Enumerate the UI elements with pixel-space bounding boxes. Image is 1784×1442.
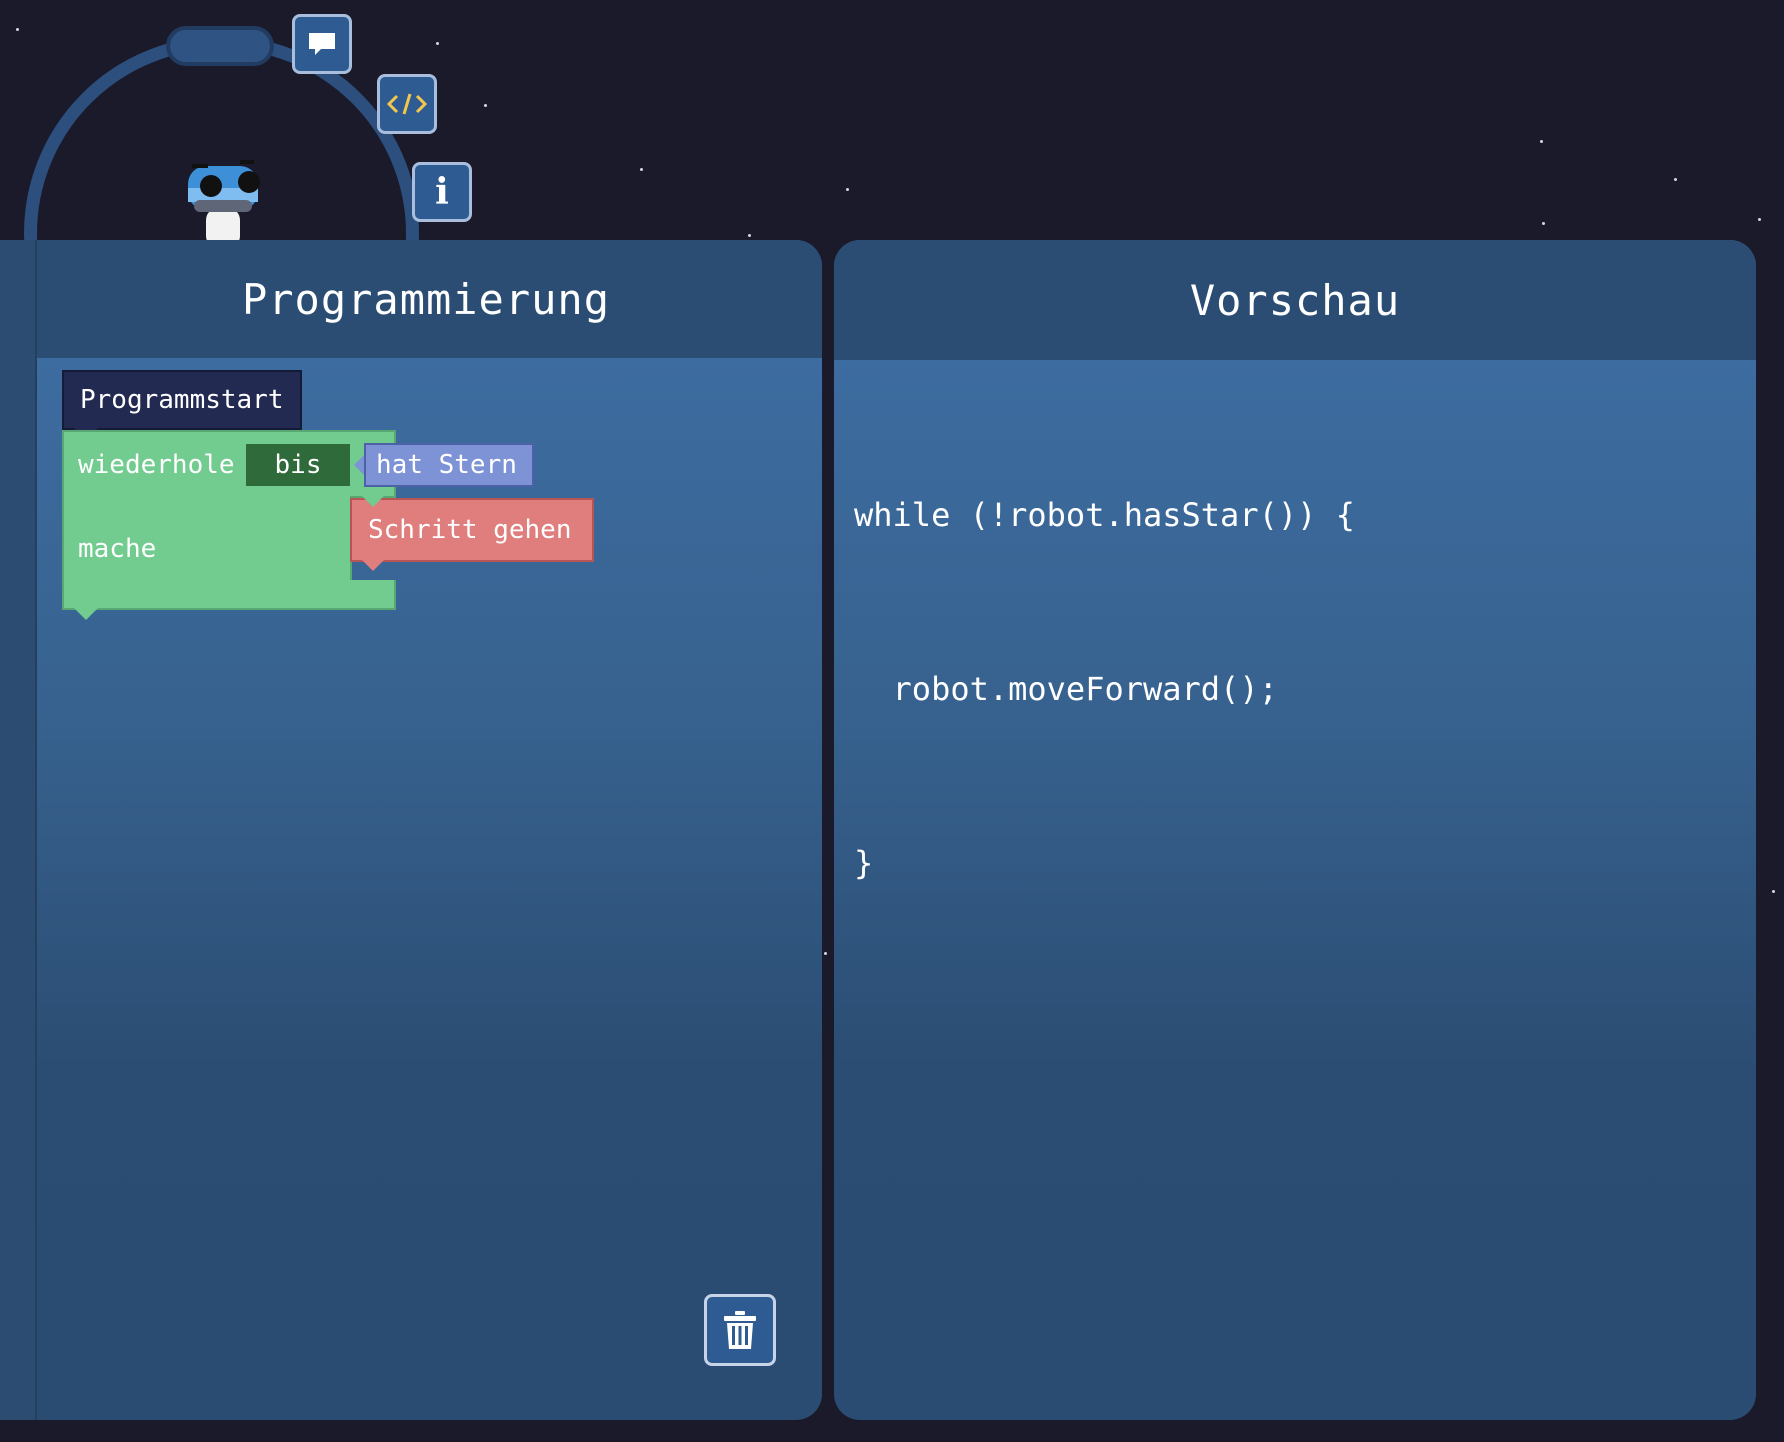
code-line: while (!robot.hasStar()) { bbox=[854, 496, 1355, 534]
hub-handle bbox=[166, 26, 274, 66]
star bbox=[1758, 218, 1761, 221]
trash-icon bbox=[724, 1311, 756, 1349]
info-icon: i bbox=[435, 171, 449, 213]
program-start-label: Programmstart bbox=[80, 385, 284, 415]
star bbox=[1540, 140, 1543, 143]
code-icon bbox=[386, 93, 428, 115]
star bbox=[640, 168, 643, 171]
preview-panel: Vorschau while (!robot.hasStar()) { robo… bbox=[834, 240, 1756, 1420]
star bbox=[824, 952, 827, 955]
code-view-button[interactable] bbox=[377, 74, 437, 134]
star bbox=[484, 104, 487, 107]
has-star-condition-block[interactable]: hat Stern bbox=[364, 443, 534, 487]
star bbox=[16, 28, 19, 31]
preview-panel-header: Vorschau bbox=[834, 240, 1756, 360]
code-line: } bbox=[854, 844, 874, 882]
trash-button[interactable] bbox=[704, 1294, 776, 1366]
repeat-block-footer[interactable] bbox=[62, 580, 396, 610]
condition-label: hat Stern bbox=[376, 450, 517, 480]
repeat-mode-value: bis bbox=[274, 450, 322, 480]
do-label: mache bbox=[78, 534, 157, 564]
programming-panel-title: Programmierung bbox=[241, 274, 610, 324]
star bbox=[1772, 890, 1775, 893]
star bbox=[846, 188, 849, 191]
action-label: Schritt gehen bbox=[368, 515, 572, 545]
code-preview: while (!robot.hasStar()) { robot.moveFor… bbox=[854, 370, 1355, 1008]
repeat-label: wiederhole bbox=[78, 450, 235, 480]
code-line: robot.moveForward(); bbox=[854, 670, 1278, 708]
star bbox=[1674, 178, 1677, 181]
robot-avatar bbox=[188, 160, 260, 240]
repeat-mode-dropdown[interactable]: bis bbox=[246, 444, 350, 486]
action-block-top-connector bbox=[362, 496, 384, 507]
chat-button[interactable] bbox=[292, 14, 352, 74]
programming-panel-header: Programmierung bbox=[0, 240, 822, 358]
info-button[interactable]: i bbox=[412, 162, 472, 222]
star bbox=[1542, 222, 1545, 225]
star bbox=[748, 234, 751, 237]
move-forward-block[interactable]: Schritt gehen bbox=[350, 498, 594, 562]
repeat-block-connector bbox=[74, 608, 98, 620]
speech-bubble-icon bbox=[309, 33, 335, 55]
programming-panel: Programmierung Programmstart wiederhole … bbox=[0, 240, 822, 1420]
star bbox=[436, 42, 439, 45]
preview-panel-title: Vorschau bbox=[1189, 275, 1401, 325]
program-start-block[interactable]: Programmstart bbox=[62, 370, 302, 430]
action-block-connector bbox=[362, 560, 384, 571]
toolbox-strip[interactable] bbox=[0, 240, 37, 1420]
